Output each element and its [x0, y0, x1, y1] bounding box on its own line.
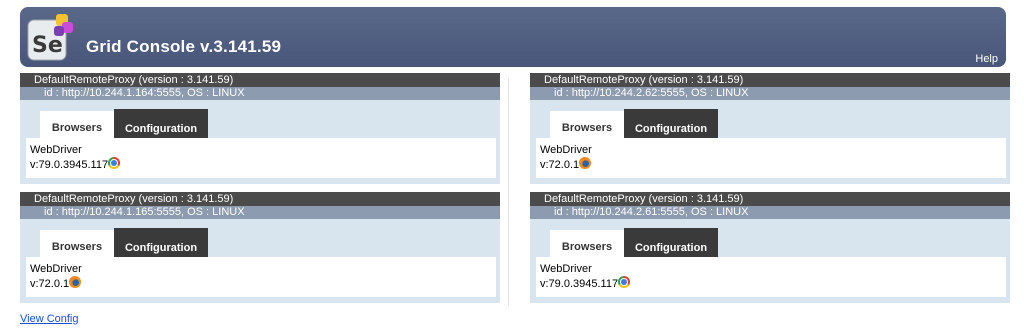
- browsers-panel: WebDriver v:72.0.1: [536, 138, 1006, 178]
- proxy-column-right: DefaultRemoteProxy (version : 3.141.59) …: [530, 73, 1010, 311]
- tab-browsers[interactable]: Browsers: [550, 230, 624, 258]
- driver-name: WebDriver: [30, 263, 82, 275]
- proxy-title: DefaultRemoteProxy (version : 3.141.59): [20, 73, 500, 87]
- proxy-id: id : http://10.244.2.62:5555, OS : LINUX: [530, 87, 1010, 100]
- proxy-id: id : http://10.244.1.164:5555, OS : LINU…: [20, 87, 500, 100]
- browser-entry: v:72.0.1: [540, 156, 1006, 173]
- tab-configuration[interactable]: Configuration: [624, 109, 718, 139]
- view-config-link[interactable]: View Config: [20, 313, 79, 325]
- header-bar: Se Grid Console v.3.141.59 Help: [20, 7, 1006, 67]
- proxy-card: DefaultRemoteProxy (version : 3.141.59) …: [20, 192, 500, 303]
- tab-configuration[interactable]: Configuration: [114, 228, 208, 258]
- proxy-column-left: DefaultRemoteProxy (version : 3.141.59) …: [20, 73, 500, 311]
- proxy-id: id : http://10.244.2.61:5555, OS : LINUX: [530, 206, 1010, 219]
- driver-name: WebDriver: [540, 263, 592, 275]
- tab-browsers[interactable]: Browsers: [550, 111, 624, 139]
- proxy-title: DefaultRemoteProxy (version : 3.141.59): [530, 73, 1010, 87]
- browsers-panel: WebDriver v:72.0.1: [26, 257, 496, 297]
- proxy-card: DefaultRemoteProxy (version : 3.141.59) …: [530, 73, 1010, 184]
- driver-name: WebDriver: [30, 144, 82, 156]
- browsers-panel: WebDriver v:79.0.3945.117: [26, 138, 496, 178]
- firefox-icon[interactable]: [579, 156, 592, 169]
- proxy-id: id : http://10.244.1.165:5555, OS : LINU…: [20, 206, 500, 219]
- selenium-logo: Se: [27, 14, 73, 61]
- chrome-icon[interactable]: [618, 275, 631, 288]
- browser-version: v:72.0.1: [30, 278, 70, 290]
- driver-name: WebDriver: [540, 144, 592, 156]
- page-title: Grid Console v.3.141.59: [86, 37, 282, 56]
- tab-browsers[interactable]: Browsers: [40, 111, 114, 139]
- proxy-title: DefaultRemoteProxy (version : 3.141.59): [20, 192, 500, 206]
- browser-entry: v:72.0.1: [30, 275, 496, 292]
- browser-version: v:79.0.3945.117: [30, 159, 109, 171]
- chrome-icon[interactable]: [108, 156, 121, 169]
- tab-configuration[interactable]: Configuration: [114, 109, 208, 139]
- browser-entry: v:79.0.3945.117: [30, 156, 496, 173]
- tab-configuration[interactable]: Configuration: [624, 228, 718, 258]
- browser-version: v:79.0.3945.117: [540, 278, 619, 290]
- help-link[interactable]: Help: [975, 53, 998, 65]
- browser-version: v:72.0.1: [540, 159, 580, 171]
- browsers-panel: WebDriver v:79.0.3945.117: [536, 257, 1006, 297]
- browser-entry: v:79.0.3945.117: [540, 275, 1006, 292]
- proxy-card: DefaultRemoteProxy (version : 3.141.59) …: [530, 192, 1010, 303]
- proxy-title: DefaultRemoteProxy (version : 3.141.59): [530, 192, 1010, 206]
- column-divider: [508, 78, 509, 306]
- svg-text:Se: Se: [32, 33, 63, 58]
- tab-browsers[interactable]: Browsers: [40, 230, 114, 258]
- proxy-card: DefaultRemoteProxy (version : 3.141.59) …: [20, 73, 500, 184]
- firefox-icon[interactable]: [69, 275, 82, 288]
